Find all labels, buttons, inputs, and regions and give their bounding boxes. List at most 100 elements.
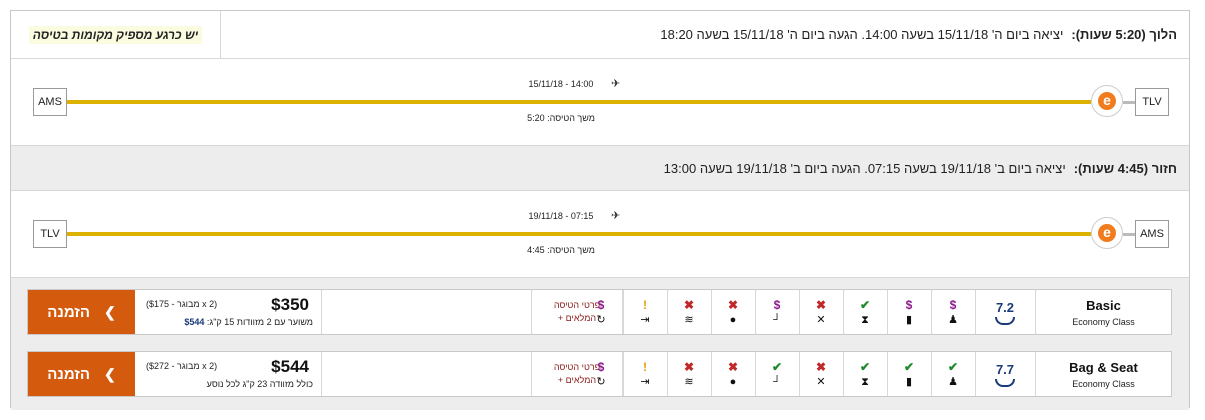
return-label: חזור (4:45 שעות): xyxy=(1073,160,1177,176)
checked-bag-icon: ▮ xyxy=(905,375,913,388)
price-note-value: $544 xyxy=(184,317,205,327)
feature-change-flight: $ ↻ xyxy=(579,290,624,334)
flight-duration: משך הטיסה: 4:45 xyxy=(461,245,661,255)
route-stub xyxy=(1123,101,1135,104)
airline-logo-letter: e xyxy=(1098,92,1116,110)
fare-name-cell: Bag & Seat Economy Class xyxy=(1036,352,1171,396)
seat-selection-icon: ♟ xyxy=(948,313,958,326)
feature-meal: ✖ ✕ xyxy=(799,352,844,396)
checked-bag-icon: ▮ xyxy=(905,313,913,326)
fare-price: $544 xyxy=(271,357,309,376)
feature-status-icon: ✔ xyxy=(903,359,915,374)
chevron-left-icon: ❮ xyxy=(104,303,116,320)
feature-checked-bag: ✔ ▮ xyxy=(887,352,932,396)
chevron-left-icon: ❮ xyxy=(104,365,116,382)
outbound-description: יציאה ביום ה' 15/11/18 בשעה 14:00. הגעה … xyxy=(660,27,1064,42)
wifi-icon: ≋ xyxy=(684,313,694,326)
seats-notice: יש כרגע מספיק מקומות בטיסה xyxy=(28,25,203,44)
feature-entertainment: ✖ ● xyxy=(711,352,756,396)
airline-logo: e xyxy=(1091,85,1123,117)
route-line xyxy=(67,232,1091,236)
feature-hand-luggage: ✔ ⧗ xyxy=(843,352,888,396)
outbound-header: יש כרגע מספיק מקומות בטיסה הלוך (5:20 שע… xyxy=(11,11,1189,59)
feature-meal: ✖ ✕ xyxy=(799,290,844,334)
smile-icon xyxy=(995,378,1015,387)
feature-wifi: ✖ ≋ xyxy=(667,290,712,334)
feature-status-icon: ✖ xyxy=(815,359,827,374)
feature-status-icon: $ xyxy=(597,359,605,374)
origin-airport: AMS xyxy=(1135,220,1169,248)
score-value: 7.7 xyxy=(995,361,1015,377)
feature-status-icon: ! xyxy=(643,297,647,312)
fare-name: Bag & Seat xyxy=(1069,359,1138,375)
power-outlet-icon: ⇥ xyxy=(640,375,650,388)
meal-icon: ✕ xyxy=(816,375,826,388)
flight-duration: משך הטיסה: 5:20 xyxy=(461,113,661,123)
duration-value: 5:20 xyxy=(527,113,545,123)
feature-status-icon: ✖ xyxy=(683,297,695,312)
feature-change-flight: $ ↻ xyxy=(579,352,624,396)
feature-status-icon: ✔ xyxy=(859,359,871,374)
feature-status-icon: ✖ xyxy=(727,359,739,374)
outbound-summary: הלוך (5:20 שעות): יציאה ביום ה' 15/11/18… xyxy=(221,11,1189,58)
destination-airport: AMS xyxy=(33,88,67,116)
price-breakdown: (2 x מבוגר - $175) xyxy=(146,299,218,309)
feature-drink: $ ┘ xyxy=(755,290,800,334)
hand-luggage-icon: ⧗ xyxy=(861,313,869,326)
feature-status-icon: ✖ xyxy=(683,359,695,374)
book-button[interactable]: הזמנה ❮ xyxy=(28,290,135,334)
route-stub xyxy=(1123,233,1135,236)
destination-airport: TLV xyxy=(33,220,67,248)
departure-datetime: 19/11/18 - 07:15 xyxy=(528,211,594,221)
route-line xyxy=(67,100,1091,104)
book-button[interactable]: הזמנה ❮ xyxy=(28,352,135,396)
power-outlet-icon: ⇥ xyxy=(640,313,650,326)
feature-checked-bag: $ ▮ xyxy=(887,290,932,334)
fare-price: $350 xyxy=(271,295,309,314)
feature-power-outlet: ! ⇥ xyxy=(623,290,668,334)
hand-luggage-icon: ⧗ xyxy=(861,375,869,388)
return-header: חזור (4:45 שעות): יציאה ביום ב' 19/11/18… xyxy=(11,145,1189,191)
price-breakdown: (2 x מבוגר - $272) xyxy=(146,361,218,371)
outbound-timeline: AMS e TLV 15/11/18 - 14:00 ✈ משך הטיסה: … xyxy=(11,59,1189,145)
change-flight-icon: ↻ xyxy=(596,375,606,388)
fare-name-cell: Basic Economy Class xyxy=(1036,290,1171,334)
seat-selection-icon: ♟ xyxy=(948,375,958,388)
plane-icon: ✈ xyxy=(611,78,621,90)
duration-label: משך הטיסה: xyxy=(547,113,595,123)
feature-hand-luggage: ✔ ⧗ xyxy=(843,290,888,334)
price-note: משוער עם 2 מזוודות 15 ק"ג: $544 xyxy=(184,317,313,327)
feature-drink: ✔ ┘ xyxy=(755,352,800,396)
seats-availability: יש כרגע מספיק מקומות בטיסה xyxy=(11,11,221,58)
feature-status-icon: $ xyxy=(773,297,781,312)
duration-value: 4:45 xyxy=(527,245,545,255)
feature-entertainment: ✖ ● xyxy=(711,290,756,334)
origin-airport: TLV xyxy=(1135,88,1169,116)
feature-status-icon: ✔ xyxy=(859,297,871,312)
feature-status-icon: $ xyxy=(949,297,957,312)
feature-status-icon: $ xyxy=(597,297,605,312)
price-note-text: משוער עם 2 מזוודות 15 ק"ג: xyxy=(206,317,313,327)
change-flight-icon: ↻ xyxy=(596,313,606,326)
feature-status-icon: ✔ xyxy=(771,359,783,374)
feature-seat-selection: $ ♟ xyxy=(931,290,976,334)
outbound-label: הלוך (5:20 שעות): xyxy=(1071,27,1177,42)
feature-status-icon: $ xyxy=(905,297,913,312)
airline-logo: e xyxy=(1091,217,1123,249)
drink-icon: ┘ xyxy=(773,313,781,326)
feature-status-icon: ✖ xyxy=(727,297,739,312)
airline-logo-letter: e xyxy=(1098,224,1116,242)
duration-label: משך הטיסה: xyxy=(547,245,595,255)
book-button-label: הזמנה xyxy=(47,303,91,321)
wifi-icon: ≋ xyxy=(684,375,694,388)
departure-datetime: 15/11/18 - 14:00 xyxy=(528,79,594,89)
rating-score: 7.2 xyxy=(975,290,1036,334)
entertainment-icon: ● xyxy=(729,375,737,388)
feature-status-icon: ✔ xyxy=(947,359,959,374)
return-description: יציאה ביום ב' 19/11/18 בשעה 07:15. הגעה … xyxy=(663,160,1066,176)
fare-class: Economy Class xyxy=(1072,316,1135,327)
book-button-label: הזמנה xyxy=(47,365,91,383)
price-cell: (2 x מבוגר - $175) $350 משוער עם 2 מזוודות… xyxy=(136,290,322,334)
price-note-text: כולל מזוודה 23 ק"ג לכל נוסע xyxy=(206,379,313,389)
feature-seat-selection: ✔ ♟ xyxy=(931,352,976,396)
